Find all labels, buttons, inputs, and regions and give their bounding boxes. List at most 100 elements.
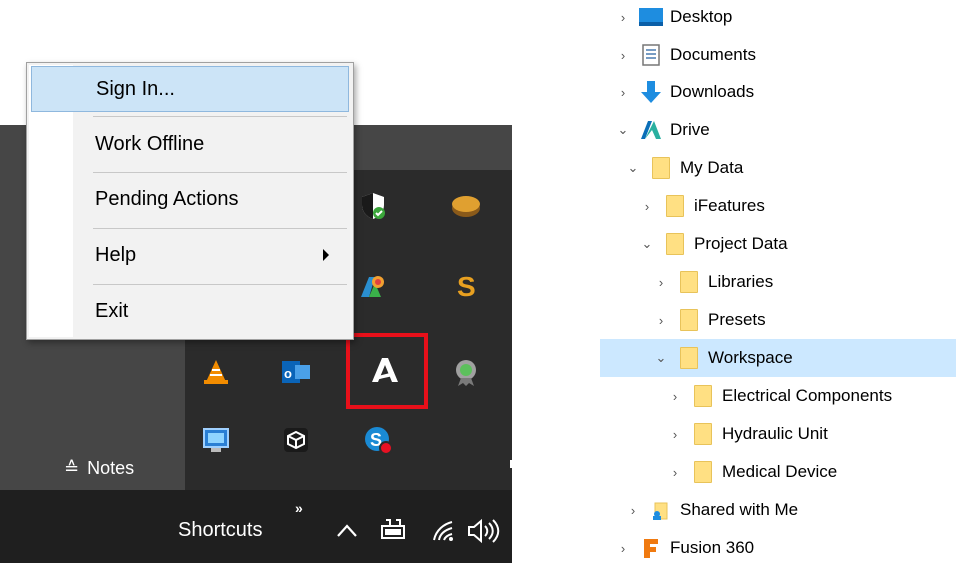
- tree-item-label: Documents: [670, 45, 756, 64]
- tree-item-label: Medical Device: [722, 462, 838, 481]
- folder-icon: [690, 460, 716, 484]
- expand-chevron-icon[interactable]: ›: [666, 389, 684, 404]
- folder-icon: [690, 422, 716, 446]
- expand-chevron-icon[interactable]: ›: [614, 541, 632, 556]
- outlook-icon[interactable]: o: [276, 352, 316, 392]
- menu-separator: [93, 228, 347, 229]
- system-tray-area: S o S ≙ Notes Shortcuts » Sign In... Wor…: [0, 0, 512, 563]
- tree-item-workspace[interactable]: ⌄ Workspace: [600, 339, 956, 377]
- tree-item-medical-device[interactable]: › Medical Device: [600, 453, 956, 491]
- notes-label: Notes: [87, 457, 135, 478]
- folder-icon: [648, 156, 674, 180]
- collapse-chevron-icon[interactable]: ⌄: [652, 350, 670, 366]
- menu-item-sign-in[interactable]: Sign In...: [31, 66, 349, 112]
- tree-item-documents[interactable]: › Documents: [600, 36, 956, 74]
- tree-item-my-data[interactable]: ⌄ My Data: [600, 149, 956, 187]
- collapse-chevron-icon[interactable]: ⌄: [614, 122, 632, 138]
- menu-item-exit[interactable]: Exit: [31, 288, 349, 334]
- tree-item-project-data[interactable]: ⌄ Project Data: [600, 225, 956, 263]
- context-menu: Sign In... Work Offline Pending Actions …: [26, 62, 354, 340]
- expand-chevron-icon[interactable]: ›: [652, 313, 670, 328]
- autodesk-drive-icon: [638, 118, 664, 142]
- tree-item-libraries[interactable]: › Libraries: [600, 263, 956, 301]
- tree-item-label: Drive: [670, 120, 710, 139]
- notes-icon: ≙: [64, 458, 80, 478]
- menu-item-work-offline[interactable]: Work Offline: [31, 121, 349, 167]
- expand-chevron-icon[interactable]: ›: [652, 275, 670, 290]
- vlc-icon[interactable]: [196, 352, 236, 392]
- highlight-box: [346, 333, 428, 409]
- tree-item-label: Libraries: [708, 272, 774, 291]
- documents-icon: [638, 43, 664, 67]
- expand-chevron-icon[interactable]: ›: [614, 10, 632, 25]
- tree-item-label: Presets: [708, 310, 766, 329]
- expand-chevron-icon[interactable]: ›: [624, 503, 642, 518]
- tree-item-electrical-components[interactable]: › Electrical Components: [600, 377, 956, 415]
- menu-item-label: Work Offline: [95, 132, 205, 155]
- folder-icon: [676, 346, 702, 370]
- certificate-icon[interactable]: [446, 352, 486, 392]
- tree-item-shared-with-me[interactable]: › Shared with Me: [600, 491, 956, 529]
- tree-item-downloads[interactable]: › Downloads: [600, 73, 956, 111]
- disk-icon[interactable]: [446, 186, 486, 226]
- menu-separator: [93, 116, 347, 117]
- tree-item-label: Workspace: [708, 348, 793, 367]
- tree-item-label: My Data: [680, 158, 744, 177]
- tree-item-hydraulic-unit[interactable]: › Hydraulic Unit: [600, 415, 956, 453]
- tray-edge: [510, 460, 512, 468]
- tree-item-label: iFeatures: [694, 196, 765, 215]
- tree-item-desktop[interactable]: › Desktop: [600, 0, 956, 36]
- cube-icon[interactable]: [276, 420, 316, 460]
- fusion-icon: [638, 536, 664, 560]
- expand-chevron-icon[interactable]: ›: [614, 48, 632, 63]
- shared-folder-icon: [648, 498, 674, 522]
- tree-item-label: Project Data: [694, 234, 788, 253]
- desktop-icon: [638, 5, 664, 29]
- tree-item-label: Downloads: [670, 82, 755, 101]
- wifi-icon[interactable]: [430, 518, 456, 544]
- svg-text:S: S: [457, 272, 476, 300]
- downloads-icon: [638, 80, 664, 104]
- menu-separator: [93, 284, 347, 285]
- s-icon[interactable]: S: [446, 266, 486, 306]
- collapse-chevron-icon[interactable]: ⌄: [638, 236, 656, 252]
- tree-item-label: Electrical Components: [722, 386, 893, 405]
- expand-chevron-icon[interactable]: ›: [666, 465, 684, 480]
- menu-item-label: Exit: [95, 299, 129, 322]
- tree-item-fusion-360[interactable]: › Fusion 360: [600, 529, 956, 563]
- menu-separator: [93, 172, 347, 173]
- battery-icon[interactable]: [378, 518, 408, 544]
- folder-icon: [662, 232, 688, 256]
- tree-item-ifeatures[interactable]: › iFeatures: [600, 187, 956, 225]
- menu-item-label: Sign In...: [96, 77, 175, 100]
- tree-item-label: Hydraulic Unit: [722, 424, 828, 443]
- folder-icon: [662, 194, 688, 218]
- autodesk-color-icon[interactable]: [353, 266, 393, 306]
- folder-icon: [676, 270, 702, 294]
- tree-item-drive[interactable]: ⌄ Drive: [600, 111, 956, 149]
- notes-button[interactable]: ≙ Notes: [40, 448, 170, 488]
- monitor-icon[interactable]: [196, 420, 236, 460]
- tree-item-presets[interactable]: › Presets: [600, 301, 956, 339]
- folder-icon: [676, 308, 702, 332]
- toolbar-more-button[interactable]: »: [295, 500, 303, 516]
- tree-item-label: Shared with Me: [680, 500, 799, 519]
- expand-chevron-icon[interactable]: ›: [638, 199, 656, 214]
- submenu-arrow-icon: [323, 249, 329, 261]
- expand-chevron-icon[interactable]: ›: [614, 85, 632, 100]
- collapse-chevron-icon[interactable]: ⌄: [624, 160, 642, 176]
- tree-item-label: Fusion 360: [670, 538, 755, 557]
- folder-icon: [690, 384, 716, 408]
- menu-item-label: Pending Actions: [95, 187, 239, 210]
- windows-security-icon[interactable]: [353, 186, 393, 226]
- menu-item-label: Help: [95, 243, 137, 266]
- menu-item-help[interactable]: Help: [31, 232, 349, 278]
- menu-item-pending-actions[interactable]: Pending Actions: [31, 176, 349, 222]
- expand-chevron-icon[interactable]: ›: [666, 427, 684, 442]
- volume-icon[interactable]: [466, 517, 502, 545]
- shortcuts-toolbar-label[interactable]: Shortcuts: [178, 519, 262, 542]
- tree-item-label: Desktop: [670, 7, 733, 26]
- skype-icon[interactable]: S: [358, 420, 398, 460]
- navigation-tree: › Desktop › Documents › Downloads ⌄ Driv…: [600, 0, 964, 563]
- show-hidden-icons-chevron-icon[interactable]: [334, 518, 360, 544]
